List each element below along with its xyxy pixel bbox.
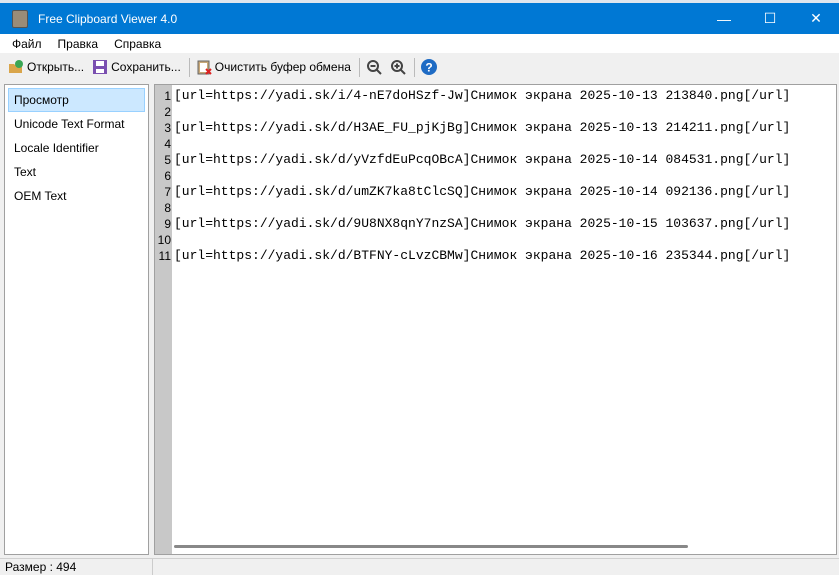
line-number: 8 — [164, 201, 171, 215]
open-label: Открыть... — [27, 60, 85, 74]
save-button[interactable]: Сохранить... — [92, 59, 181, 75]
clear-clipboard-icon — [197, 60, 212, 75]
save-label: Сохранить... — [111, 60, 181, 74]
line-text: [url=https://yadi.sk/d/umZK7ka8tClcSQ]Сн… — [174, 184, 791, 199]
menu-file[interactable]: Файл — [4, 37, 50, 51]
zoom-out-icon[interactable] — [366, 59, 382, 75]
line-number: 4 — [164, 137, 171, 151]
clear-clipboard-button[interactable]: Очистить буфер обмена — [196, 59, 351, 75]
line-number: 3 — [164, 121, 171, 135]
toolbar: Открыть... Сохранить... Очистить буфер о… — [0, 55, 839, 79]
menu-edit[interactable]: Правка — [50, 37, 107, 51]
status-divider — [152, 559, 153, 575]
line-text: [url=https://yadi.sk/d/9U8NX8qnY7nzSA]Сн… — [174, 216, 791, 231]
menu-bar: Файл Правка Справка — [0, 34, 839, 53]
toolbar-separator — [188, 57, 190, 77]
line-number: 2 — [164, 105, 171, 119]
format-item-text[interactable]: Text — [8, 160, 145, 184]
toolbar-separator — [358, 57, 360, 77]
open-button[interactable]: Открыть... — [8, 59, 84, 75]
window-title: Free Clipboard Viewer 4.0 — [38, 11, 178, 26]
line-text: [url=https://yadi.sk/i/4-nE7doHSzf-Jw]Сн… — [174, 88, 791, 103]
minimize-button[interactable]: — — [701, 3, 747, 34]
text-preview-editor[interactable]: 1 [url=https://yadi.sk/i/4-nE7doHSzf-Jw]С… — [154, 84, 837, 555]
scrollbar-thumb[interactable] — [174, 545, 688, 548]
open-folder-icon — [9, 60, 23, 73]
line-number: 9 — [164, 217, 171, 231]
menu-help[interactable]: Справка — [106, 37, 169, 51]
format-item-oem-text[interactable]: OEM Text — [8, 184, 145, 208]
svg-text:?: ? — [425, 61, 432, 75]
format-list: Просмотр Unicode Text Format Locale Iden… — [4, 84, 149, 555]
save-disk-icon — [93, 60, 108, 74]
line-number: 6 — [164, 169, 171, 183]
help-icon[interactable]: ? — [420, 59, 437, 75]
toolbar-separator — [413, 57, 415, 77]
format-item-unicode-text[interactable]: Unicode Text Format — [8, 112, 145, 136]
close-button[interactable]: ✕ — [793, 3, 839, 34]
line-text: [url=https://yadi.sk/d/H3AE_FU_pjKjBg]Сн… — [174, 120, 791, 135]
line-text: [url=https://yadi.sk/d/BTFNY-cLvzCBMw]Сн… — [174, 248, 791, 263]
status-size: Размер : 494 — [5, 560, 77, 574]
line-number: 11 — [158, 249, 171, 263]
clear-clipboard-label: Очистить буфер обмена — [214, 60, 351, 74]
line-number: 7 — [164, 185, 171, 199]
maximize-button[interactable]: ☐ — [747, 3, 793, 34]
line-number: 1 — [164, 89, 171, 103]
line-number: 10 — [157, 233, 171, 247]
title-bar: Free Clipboard Viewer 4.0 — ☐ ✕ — [0, 3, 839, 34]
line-number: 5 — [164, 153, 171, 167]
zoom-in-icon[interactable] — [390, 59, 406, 75]
status-bar: Размер : 494 — [0, 558, 839, 575]
format-item-preview[interactable]: Просмотр — [8, 88, 145, 112]
horizontal-scrollbar[interactable] — [172, 537, 836, 554]
line-text: [url=https://yadi.sk/d/yVzfdEuPcqOBcA]Сн… — [174, 152, 791, 167]
format-item-locale-identifier[interactable]: Locale Identifier — [8, 136, 145, 160]
clipboard-app-icon — [12, 9, 28, 28]
